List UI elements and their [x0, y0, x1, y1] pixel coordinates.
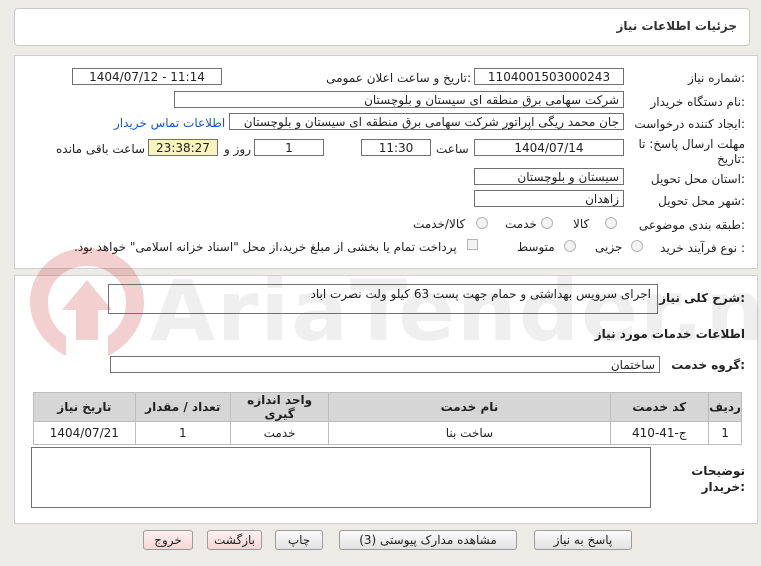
category-goods-radio[interactable]	[605, 217, 617, 229]
category-goods-label: کالا	[573, 217, 590, 231]
purchase-medium-label: متوسط	[517, 240, 555, 254]
cell-quantity: 1	[134, 421, 231, 445]
category-service-label: خدمت	[505, 217, 537, 231]
deadline-label-line1: مهلت ارسال پاسخ: تا	[638, 137, 745, 151]
col-service-name: نام خدمت	[328, 392, 611, 422]
treasury-payment-checkbox[interactable]	[467, 239, 478, 250]
remaining-label: ساعت باقی مانده	[56, 142, 146, 156]
city-field: زاهدان	[474, 190, 624, 207]
description-label: شرح کلی نیاز:	[659, 291, 745, 305]
province-field: سیستان و بلوچستان	[474, 168, 624, 185]
category-goods-service-label: کالا/خدمت	[413, 217, 466, 231]
exit-button[interactable]: خروج	[143, 530, 193, 550]
deadline-time-field: 11:30	[361, 139, 431, 156]
view-attachments-button[interactable]: مشاهده مدارک پیوستی (3)	[339, 530, 517, 550]
requester-label: ایجاد کننده درخواست:	[634, 117, 745, 131]
remaining-time-field: 23:38:27	[148, 139, 218, 156]
services-heading: اطلاعات خدمات مورد نیاز	[594, 327, 745, 341]
col-need-date: تاریخ نیاز	[33, 392, 136, 422]
services-table: تاریخ نیاز تعداد / مقدار واحد اندازه گیر…	[33, 392, 742, 445]
days-field: 1	[254, 139, 324, 156]
back-button[interactable]: بازگشت	[207, 530, 262, 550]
deadline-label-line2: تاریخ:	[717, 152, 745, 166]
table-row: 1404/07/21 1 خدمت ساخت بنا ج-41-410 1	[33, 421, 742, 445]
need-info-panel	[14, 55, 758, 269]
page-title: جزئیات اطلاعات نیاز	[616, 19, 737, 33]
buyer-org-label: نام دستگاه خریدار:	[650, 95, 746, 109]
cell-need-date: 1404/07/21	[33, 421, 136, 445]
purchase-medium-radio[interactable]	[564, 240, 576, 252]
announce-datetime-field: 1404/07/12 - 11:14	[72, 68, 222, 85]
buyer-notes-label-line2: خریدار:	[701, 480, 745, 494]
col-row: ردیف	[708, 392, 742, 422]
requester-field: جان محمد ریگی اپراتور شرکت سهامی برق منط…	[229, 113, 624, 130]
province-label: استان محل تحویل:	[650, 172, 745, 186]
deadline-time-label: ساعت	[436, 142, 469, 156]
days-label: روز و	[224, 142, 251, 156]
buyer-contact-link[interactable]: اطلاعات تماس خریدار	[114, 116, 225, 130]
buyer-org-field: شرکت سهامی برق منطقه ای سیستان و بلوچستا…	[174, 91, 624, 108]
header-panel: جزئیات اطلاعات نیاز	[14, 8, 750, 46]
reply-button[interactable]: پاسخ به نیاز	[534, 530, 632, 550]
city-label: شهر محل تحویل:	[658, 194, 745, 208]
cell-unit: خدمت	[229, 421, 330, 445]
table-header-row: تاریخ نیاز تعداد / مقدار واحد اندازه گیر…	[33, 392, 742, 422]
service-group-field: ساختمان	[110, 356, 660, 373]
col-unit: واحد اندازه گیری	[229, 392, 330, 422]
announce-datetime-label: تاریخ و ساعت اعلان عمومی:	[326, 71, 471, 85]
cell-service-name: ساخت بنا	[328, 421, 611, 445]
col-service-code: کد خدمت	[609, 392, 710, 422]
col-quantity: تعداد / مقدار	[134, 392, 231, 422]
service-group-label: گروه خدمت:	[671, 358, 745, 372]
cell-row: 1	[708, 421, 742, 445]
cell-service-code: ج-41-410	[609, 421, 710, 445]
need-number-label: شماره نیاز:	[687, 71, 745, 85]
category-service-radio[interactable]	[541, 217, 553, 229]
description-field: اجرای سرویس بهداشتی و حمام جهت پست 63 کی…	[108, 284, 658, 314]
buyer-notes-label-line1: توضیحات	[691, 464, 745, 478]
purchase-type-label: نوع فرآیند خرید :	[660, 241, 745, 255]
purchase-partial-radio[interactable]	[631, 240, 643, 252]
need-number-field: 1104001503000243	[474, 68, 624, 85]
category-label: طبقه بندی موضوعی:	[638, 218, 745, 232]
purchase-partial-label: جزیی	[595, 240, 623, 254]
deadline-date-field: 1404/07/14	[474, 139, 624, 156]
category-goods-service-radio[interactable]	[476, 217, 488, 229]
print-button[interactable]: چاپ	[275, 530, 323, 550]
buyer-notes-field[interactable]	[31, 447, 651, 508]
